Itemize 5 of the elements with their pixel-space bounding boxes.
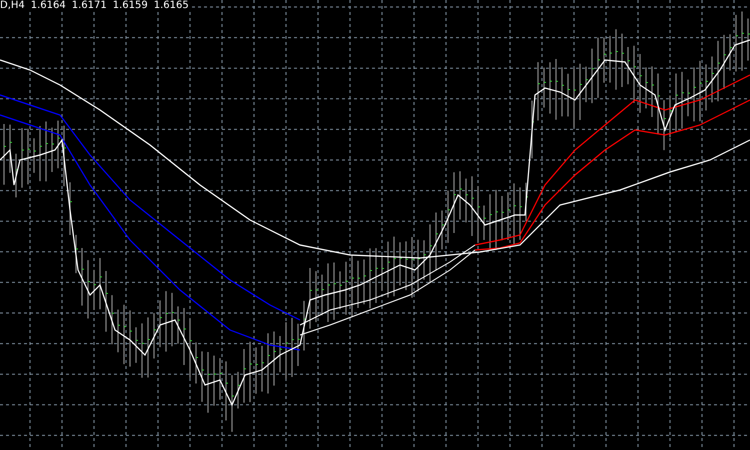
price-value: 1.6164 [30,0,66,12]
price-value: 1.6171 [72,0,107,12]
chart-symbol: D,H4 [0,0,25,12]
price-value: 1.6165 [154,0,189,12]
price-value: 1.6159 [112,0,148,12]
